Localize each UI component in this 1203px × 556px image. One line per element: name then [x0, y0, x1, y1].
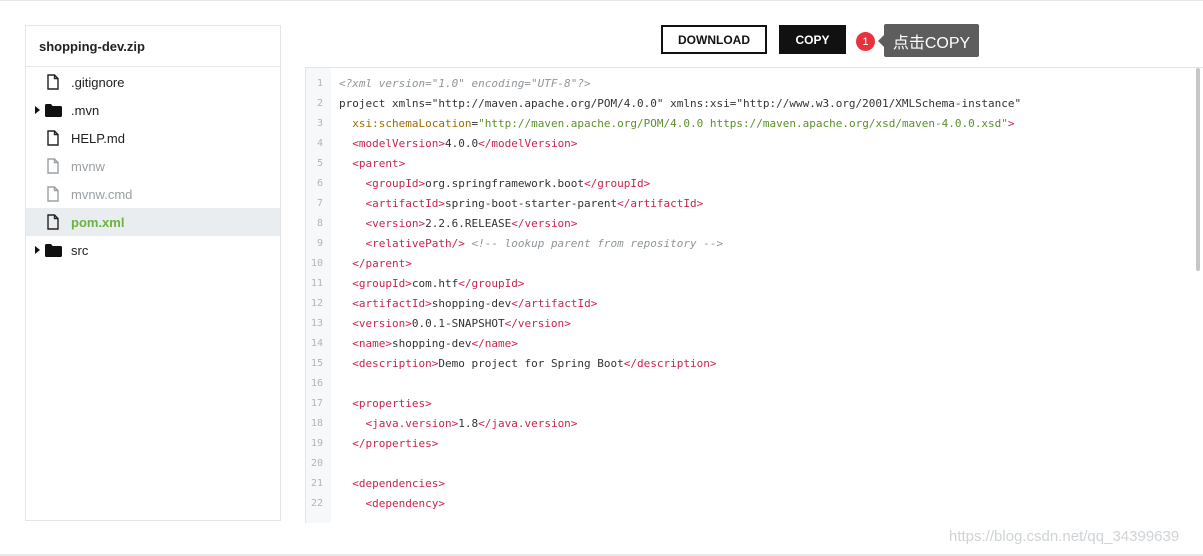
tree-item-label: .gitignore — [71, 74, 125, 90]
line-number: 9 — [316, 238, 323, 249]
copy-tooltip: 点击COPY — [878, 24, 979, 57]
line-number: 8 — [316, 218, 323, 229]
code-line: </properties> — [352, 437, 439, 450]
code-line: <dependencies> — [352, 477, 445, 490]
line-number: 17 — [310, 398, 323, 409]
copy-button[interactable]: COPY — [779, 25, 846, 54]
code-line: <groupId>com.htf</groupId> — [352, 277, 525, 290]
code-line: <java.version>1.8</java.version> — [365, 417, 578, 430]
line-number: 1 — [316, 78, 323, 89]
tree-item-label: .mvn — [71, 102, 100, 118]
tree-item-label: pom.xml — [71, 214, 125, 230]
code-line: <relativePath/> <!-- lookup parent from … — [365, 237, 724, 250]
code-line: <groupId>org.springframework.boot</group… — [365, 177, 651, 190]
line-number: 18 — [310, 418, 323, 429]
code-line: <artifactId>spring-boot-starter-parent</… — [365, 197, 704, 210]
caret-right-icon[interactable] — [35, 106, 40, 114]
folder-icon — [45, 244, 62, 257]
code-line: <version>2.2.6.RELEASE</version> — [365, 217, 578, 230]
file-icon — [47, 130, 59, 146]
tree-file[interactable]: pom.xml — [26, 208, 280, 236]
line-number: 21 — [310, 478, 323, 489]
line-numbers: 1 2 3 4 5 6 7 8 9 10 11 12 13 14 15 16 17 18 19 20 21 22 — [306, 74, 323, 514]
line-number: 15 — [310, 358, 323, 369]
tree-folder[interactable]: .mvn — [26, 96, 280, 124]
tree-folder[interactable]: src — [26, 236, 280, 264]
line-number: 13 — [310, 318, 323, 329]
watermark: https://blog.csdn.net/qq_34399639 — [949, 528, 1180, 545]
tree-item-label: src — [71, 242, 89, 258]
code-content: <?xml version="1.0" encoding="UTF-8"?> pr… — [339, 74, 1021, 514]
line-number: 16 — [310, 378, 323, 389]
code-line: <modelVersion>4.0.0</modelVersion> — [352, 137, 578, 150]
code-line: <parent> — [352, 157, 406, 170]
file-icon — [47, 186, 59, 202]
caret-right-icon[interactable] — [35, 246, 40, 254]
code-line: </parent> — [352, 257, 412, 270]
file-icon — [47, 214, 59, 230]
code-line: <version>0.0.1-SNAPSHOT</version> — [352, 317, 571, 330]
code-line: <name>shopping-dev</name> — [352, 337, 518, 350]
line-number: 14 — [310, 338, 323, 349]
project-zip-name: shopping-dev.zip — [26, 26, 280, 67]
line-number: 12 — [310, 298, 323, 309]
code-line: <properties> — [352, 397, 432, 410]
tree-file[interactable]: mvnw.cmd — [26, 180, 280, 208]
line-number: 3 — [316, 118, 323, 129]
code-line: <artifactId>shopping-dev</artifactId> — [352, 297, 598, 310]
download-button[interactable]: DOWNLOAD — [661, 25, 767, 54]
file-tree: .gitignore .mvn HELP.md mvnw mvnw.cmd pom.xml… — [26, 68, 280, 264]
step-badge: 1 — [856, 32, 875, 51]
code-scrollbar[interactable] — [1196, 68, 1200, 271]
code-line: <description>Demo project for Spring Boo… — [352, 357, 717, 370]
file-explorer: shopping-dev.zip .gitignore .mvn HELP.md mv… — [25, 25, 281, 521]
line-number: 11 — [310, 278, 323, 289]
tree-file[interactable]: .gitignore — [26, 68, 280, 96]
code-viewer[interactable]: 1 2 3 4 5 6 7 8 9 10 11 12 13 14 15 16 17 18 19 20 21 22 <?xm… — [305, 67, 1203, 523]
line-number: 19 — [310, 438, 323, 449]
file-icon — [47, 158, 59, 174]
tree-item-label: mvnw — [71, 158, 105, 174]
code-line: <dependency> — [365, 497, 445, 510]
tree-file[interactable]: HELP.md — [26, 124, 280, 152]
code-line: xsi:schemaLocation="http://maven.apache.… — [352, 117, 1015, 130]
tree-file[interactable]: mvnw — [26, 152, 280, 180]
line-number: 6 — [316, 178, 323, 189]
code-line: <?xml version="1.0" encoding="UTF-8"?> — [339, 77, 591, 90]
line-number: 22 — [310, 498, 323, 509]
line-number: 10 — [310, 258, 323, 269]
file-icon — [47, 74, 59, 90]
tree-item-label: mvnw.cmd — [71, 186, 133, 202]
code-line: project xmlns="http://maven.apache.org/P… — [339, 97, 1022, 110]
tree-item-label: HELP.md — [71, 130, 125, 146]
folder-icon — [45, 104, 62, 117]
line-number: 5 — [316, 158, 323, 169]
line-number: 20 — [310, 458, 323, 469]
line-number: 2 — [316, 98, 323, 109]
line-number: 4 — [316, 138, 323, 149]
line-number: 7 — [316, 198, 323, 209]
